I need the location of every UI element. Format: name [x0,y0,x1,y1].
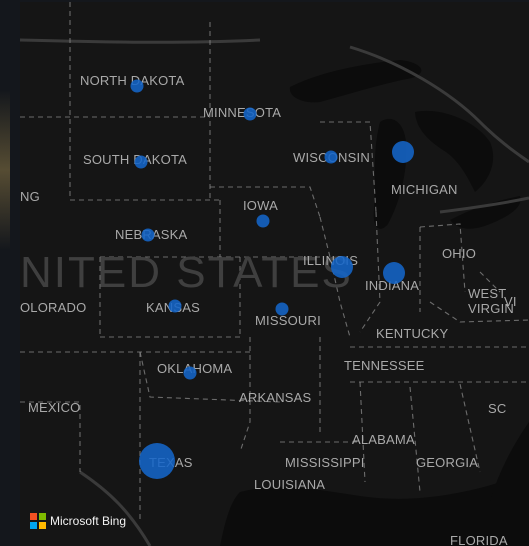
bubble-ks[interactable] [168,299,182,313]
road-1 [20,38,261,44]
bubble-wi[interactable] [324,150,338,164]
state-label-ky: KENTUCKY [376,326,449,341]
map-svg: NITED STATES NORTH DAKOTASOUTH DAKOTAMIN… [20,2,529,546]
state-label-ms: MISSISSIPPI [285,455,365,470]
map-attribution[interactable]: Microsoft Bing [30,513,126,529]
bubble-sd[interactable] [134,155,148,169]
state-label-ar: ARKANSAS [239,390,312,405]
map-canvas[interactable]: NITED STATES NORTH DAKOTA SOUTH DAKOTA MIN… [20,2,529,546]
atlantic-ocean [490,422,529,546]
lake-michigan [373,118,407,229]
state-label-va: VI [504,294,517,309]
state-label-nm: MEXICO [28,400,80,415]
microsoft-logo-icon [30,513,46,529]
state-label-sc: SC [488,401,506,416]
bubble-ia[interactable] [256,214,270,228]
state-label-la: LOUISIANA [254,477,325,492]
state-label-al: ALABAMA [352,432,415,447]
state-label-wy: NG [20,189,40,204]
state-label-co: OLORADO [20,300,86,315]
logo-square-red [30,513,37,520]
bubble-nd[interactable] [130,79,144,93]
bubble-tx[interactable] [139,443,175,479]
state-label-ga: GEORGIA [416,455,478,470]
map-visual-frame: NITED STATES NORTH DAKOTA SOUTH DAKOTA MIN… [0,0,529,546]
bubble-mo[interactable] [275,302,289,316]
bubble-il[interactable] [331,256,353,278]
state-label-mo: MISSOURI [255,313,321,328]
bubble-ok[interactable] [183,366,197,380]
state-label-oh: OHIO [442,246,476,261]
bubble-in[interactable] [383,262,405,284]
logo-square-green [39,513,46,520]
logo-square-yellow [39,522,46,529]
left-edge-glow [0,90,10,250]
state-label-fl: FLORIDA [450,533,508,546]
state-label-ia: IOWA [243,198,278,213]
logo-square-blue [30,522,37,529]
bubble-mn[interactable] [243,107,257,121]
bubble-mi[interactable] [392,141,414,163]
state-label-tn: TENNESSEE [344,358,425,373]
bubble-ne[interactable] [141,228,155,242]
state-label-mn: MINNESOTA [203,105,281,120]
state-label-mi: MICHIGAN [391,182,458,197]
brand-label: Microsoft Bing [50,514,127,528]
